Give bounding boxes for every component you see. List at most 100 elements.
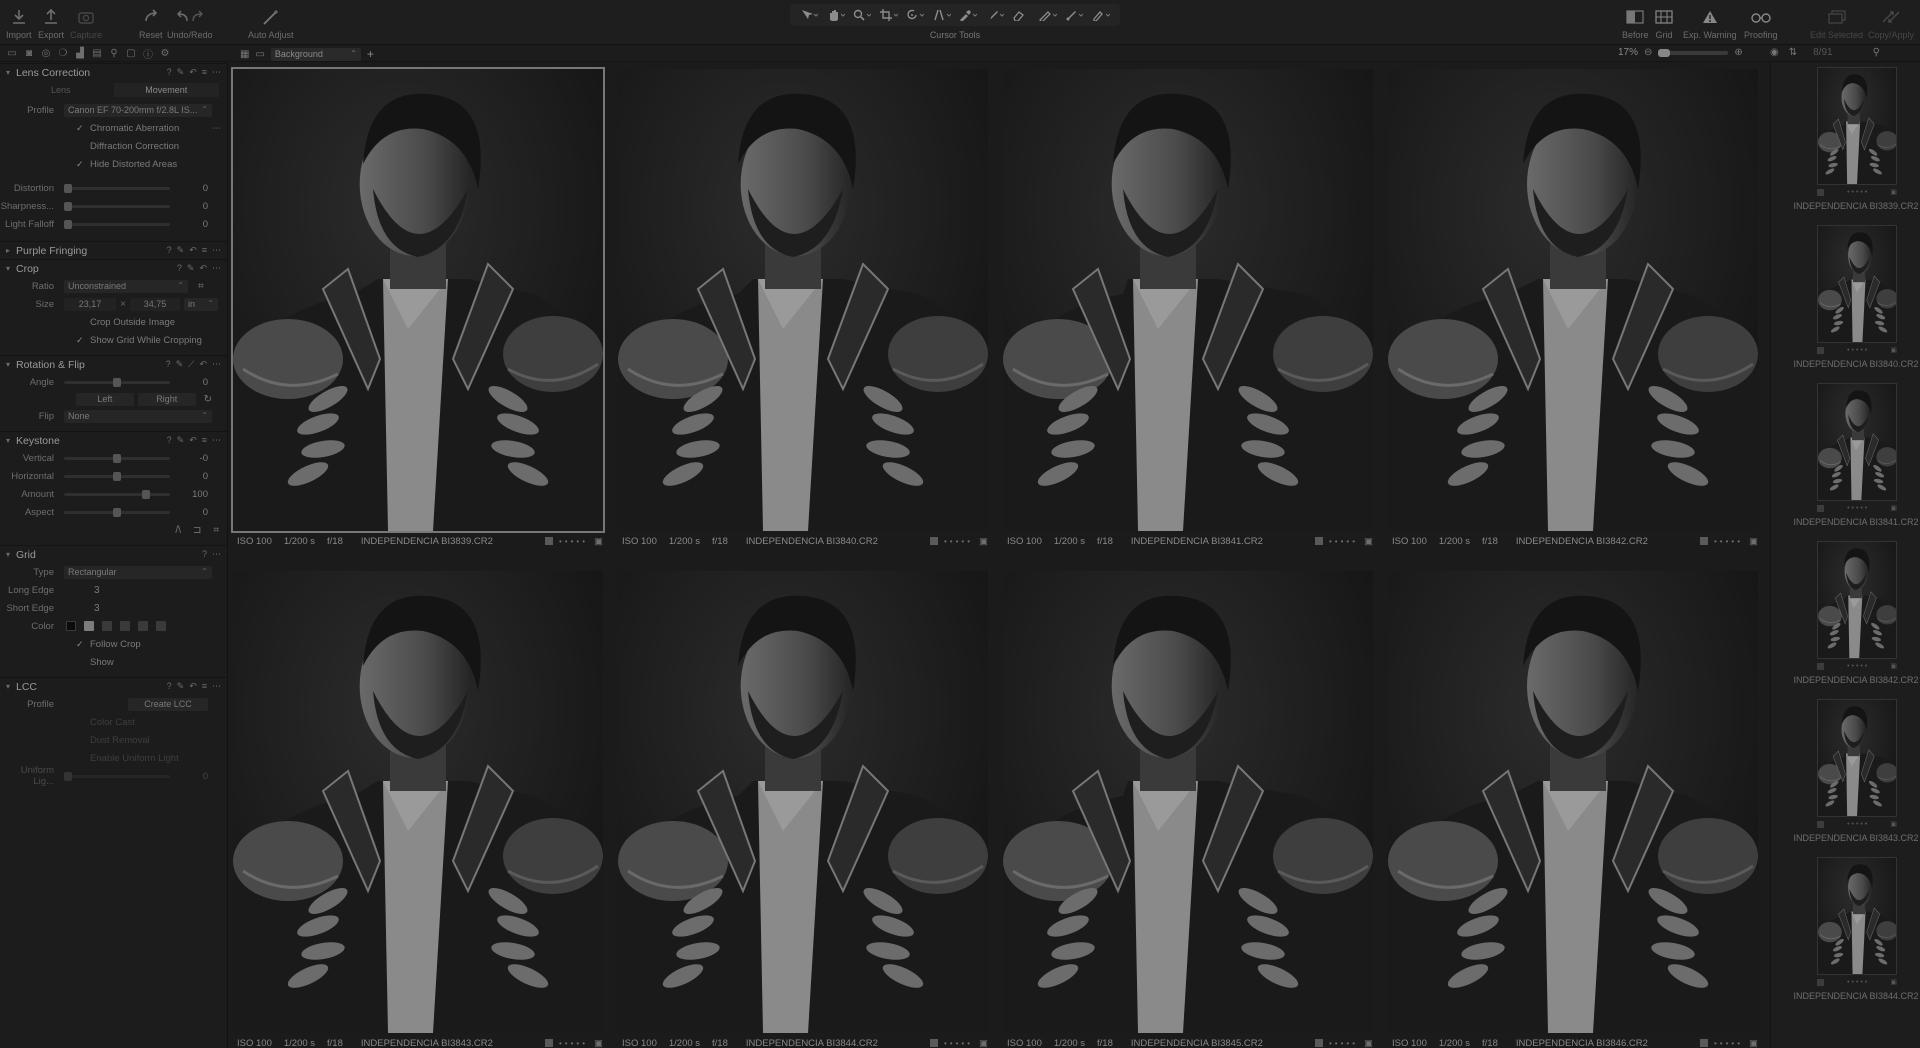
color-tag-icon[interactable] [930, 537, 938, 545]
zoom-level[interactable]: 17% [1618, 47, 1638, 58]
keystone-grid-icon[interactable]: ⌗ [213, 525, 219, 536]
show-grid-while-cropping-check[interactable]: ✓ Show Grid While Cropping [0, 331, 227, 349]
reset-icon[interactable]: ↶ [189, 435, 197, 446]
background-select[interactable]: Background [270, 47, 361, 61]
presets-icon[interactable]: ≡ [202, 681, 207, 692]
copy-apply-button[interactable]: Copy/Apply [1868, 6, 1914, 40]
star-rating[interactable]: • • • • • [1847, 347, 1867, 354]
eye-icon[interactable]: ◉ [1770, 47, 1779, 58]
color-tag-icon[interactable] [1817, 978, 1824, 986]
create-lcc-button[interactable]: Create LCC [128, 697, 208, 711]
multi-view-icon[interactable]: ▦ [240, 49, 249, 60]
star-rating[interactable]: • • • • • [1847, 663, 1867, 670]
slider-value[interactable]: 0 [170, 377, 208, 388]
unit-select[interactable]: in [184, 297, 218, 311]
color-tag-icon[interactable] [1315, 1039, 1323, 1047]
edit-selected-button[interactable]: Edit Selected [1810, 6, 1863, 40]
help-icon[interactable]: ? [166, 359, 171, 370]
image-preview[interactable] [618, 69, 988, 531]
more-icon[interactable]: ⋯ [212, 245, 221, 256]
amount-slider[interactable] [64, 489, 170, 499]
rotation-flip-header[interactable]: ▾ Rotation & Flip ? ✎ ⟋ ↶ ⋯ [0, 355, 227, 373]
aspect-slider[interactable] [64, 507, 170, 517]
keystone-header[interactable]: ▾ Keystone ? ✎ ↶ ≡ ⋯ [0, 431, 227, 449]
slider-value[interactable]: -0 [170, 453, 208, 464]
crop-outside-image-check[interactable]: Crop Outside Image [0, 313, 227, 331]
sort-icon[interactable]: ⇅ [1789, 47, 1797, 58]
more-icon[interactable]: ⋯ [212, 67, 221, 78]
star-rating[interactable]: • • • • • [1847, 505, 1867, 512]
star-rating[interactable]: ••••• [944, 537, 973, 546]
color-tag-icon[interactable] [1315, 537, 1323, 545]
filmstrip-thumbnail[interactable]: • • • • • ▣ INDEPENDENCIA BI3841.CR2 [1781, 383, 1919, 541]
image-thumbnail-cell[interactable]: ISO 100 1/200 s f/18 INDEPENDENCIA BI384… [614, 67, 992, 555]
image-thumbnail-cell[interactable]: ISO 100 1/200 s f/18 INDEPENDENCIA BI384… [999, 569, 1377, 1048]
capture-button[interactable]: Capture [70, 6, 102, 40]
reset-icon[interactable]: ↶ [189, 67, 197, 78]
auto-adjust-button[interactable]: Auto Adjust [248, 6, 294, 40]
more-icon[interactable]: ⋯ [212, 359, 221, 370]
zoom-tool[interactable] [853, 9, 872, 21]
filmstrip-preview[interactable] [1817, 383, 1897, 501]
color-tag-icon[interactable] [1817, 504, 1824, 512]
more-icon[interactable]: ⋯ [212, 549, 221, 560]
eraser-tool[interactable] [1012, 9, 1030, 21]
layers-tab-icon[interactable]: ▤ [91, 47, 103, 59]
lens-correction-header[interactable]: ▾ Lens Correction ? ✎ ↶ ≡ ⋯ [0, 63, 227, 81]
swatch-gray-1[interactable] [102, 621, 112, 631]
brush-tool[interactable] [986, 9, 1004, 21]
slider-knob[interactable] [113, 507, 121, 517]
help-icon[interactable]: ? [167, 67, 172, 78]
swatch-gray-3[interactable] [138, 621, 148, 631]
chromatic-aberration-check[interactable]: ✓ Chromatic Aberration ⋯ [0, 119, 227, 137]
single-view-icon[interactable]: ▭ [255, 49, 264, 60]
more-icon[interactable]: ⋯ [212, 681, 221, 692]
color-tag-icon[interactable] [1700, 537, 1708, 545]
help-icon[interactable]: ? [167, 435, 172, 446]
slider-value[interactable]: 0 [170, 201, 208, 212]
slider-knob[interactable] [142, 489, 150, 499]
help-icon[interactable]: ? [167, 681, 172, 692]
star-rating[interactable]: ••••• [1329, 537, 1358, 546]
filmstrip-preview[interactable] [1817, 699, 1897, 817]
more-icon[interactable]: ⋯ [212, 123, 222, 134]
straighten-icon[interactable]: ⟋ [188, 359, 194, 370]
help-icon[interactable]: ? [202, 549, 207, 560]
picker-icon[interactable]: ✎ [177, 67, 185, 78]
filmstrip-preview[interactable] [1817, 857, 1897, 975]
short-edge-value[interactable]: 3 [64, 603, 124, 614]
slider-knob[interactable] [113, 377, 121, 387]
uniform-light-slider[interactable] [64, 771, 170, 781]
image-thumbnail-cell[interactable]: ISO 100 1/200 s f/18 INDEPENDENCIA BI384… [614, 569, 992, 1048]
star-rating[interactable]: ••••• [559, 537, 588, 546]
purple-fringing-header[interactable]: ▸ Purple Fringing ? ✎ ↶ ≡ ⋯ [0, 241, 227, 259]
filmstrip-thumbnail[interactable]: • • • • • ▣ INDEPENDENCIA BI3844.CR2 [1781, 857, 1919, 1015]
image-preview[interactable] [1003, 571, 1373, 1033]
settings-gear-icon[interactable]: ⚙ [159, 47, 171, 59]
zoom-slider[interactable] [1658, 48, 1729, 57]
color-tag-icon[interactable] [930, 1039, 938, 1047]
reset-button[interactable]: Reset [139, 6, 163, 40]
lens-profile-select[interactable]: Canon EF 70-200mm f/2.8L IS... [64, 103, 212, 117]
picker-icon[interactable]: ✎ [177, 245, 185, 256]
distortion-slider[interactable] [64, 183, 170, 193]
color-tag-icon[interactable] [1817, 662, 1824, 670]
adjustments-tab-icon[interactable]: ▢ [125, 47, 137, 59]
vertical-slider[interactable] [64, 453, 170, 463]
color-picker-tool[interactable] [959, 9, 978, 21]
reset-icon[interactable]: ↶ [199, 263, 207, 274]
help-icon[interactable]: ? [167, 245, 172, 256]
image-preview[interactable] [1003, 69, 1373, 531]
follow-crop-check[interactable]: ✓ Follow Crop [0, 635, 227, 653]
swatch-gray-4[interactable] [156, 621, 166, 631]
crop-tool[interactable] [879, 9, 898, 21]
color-tag-icon[interactable] [1817, 346, 1824, 354]
zoom-in-icon[interactable]: ⊕ [1734, 47, 1742, 58]
export-button[interactable]: Export [38, 6, 64, 40]
lens-tab-icon[interactable]: ◎ [40, 47, 52, 59]
lcc-header[interactable]: ▾ LCC ? ✎ ↶ ≡ ⋯ [0, 677, 227, 695]
image-thumbnail-cell[interactable]: ISO 100 1/200 s f/18 INDEPENDENCIA BI383… [229, 67, 607, 555]
rotate-right-button[interactable]: Right [137, 392, 196, 406]
color-tag-icon[interactable] [1817, 820, 1824, 828]
image-preview[interactable] [231, 67, 605, 533]
